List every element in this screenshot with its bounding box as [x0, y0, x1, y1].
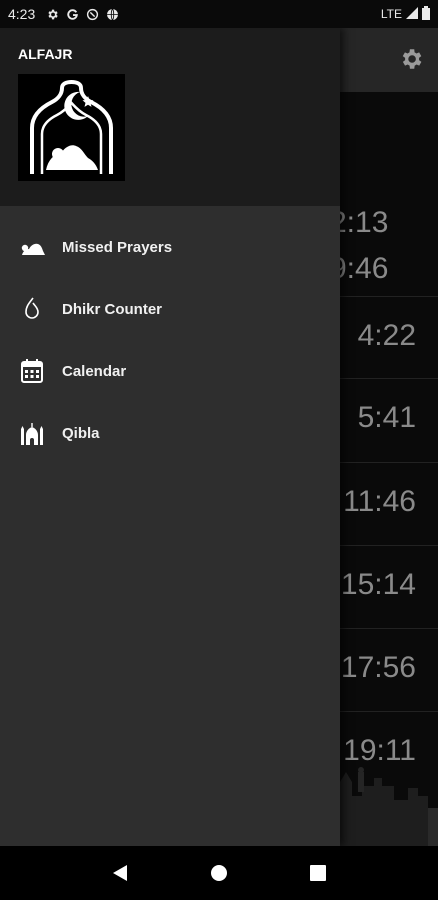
- calendar-icon: [18, 357, 46, 385]
- gear-icon: [45, 7, 59, 21]
- menu-item-label: Calendar: [62, 362, 127, 380]
- menu-item-qibla[interactable]: Qibla: [0, 402, 340, 464]
- menu-item-dhikr-counter[interactable]: Dhikr Counter: [0, 278, 340, 340]
- prayer-row: 15:14: [330, 545, 438, 627]
- prayer-time: 15:14: [340, 568, 416, 601]
- back-button[interactable]: [108, 861, 132, 885]
- menu-item-calendar[interactable]: Calendar: [0, 340, 340, 402]
- prostration-icon: [18, 233, 46, 261]
- prayer-row: 4:22: [330, 296, 438, 378]
- prayer-time: 11:46: [343, 485, 416, 518]
- recents-button[interactable]: [306, 861, 330, 885]
- circle-icon: [85, 7, 99, 21]
- prayer-time: 5:41: [357, 401, 416, 434]
- menu-item-label: Missed Prayers: [62, 238, 173, 256]
- city-silhouette: [330, 767, 438, 846]
- navigation-drawer: ALFAJR Missed Prayers Dhikr Counter Cale…: [0, 28, 340, 846]
- signal-icon: [406, 6, 418, 22]
- prayer-row: 11:46: [330, 462, 438, 544]
- drawer-menu: Missed Prayers Dhikr Counter Calendar Qi…: [0, 206, 340, 464]
- menu-item-label: Qibla: [62, 424, 100, 442]
- menu-item-label: Dhikr Counter: [62, 300, 163, 318]
- network-label: LTE: [380, 7, 402, 21]
- prayer-row: 17:56: [330, 628, 438, 710]
- prayer-row: 5:41: [330, 378, 438, 460]
- mosque-icon: [18, 419, 46, 447]
- prayer-time: 4:22: [357, 319, 416, 352]
- system-navigation-bar: [0, 846, 438, 900]
- menu-item-missed-prayers[interactable]: Missed Prayers: [0, 216, 340, 278]
- g-icon: [65, 7, 79, 21]
- home-button[interactable]: [207, 861, 231, 885]
- globe-icon: [105, 7, 119, 21]
- status-bar: 4:23 LTE: [0, 0, 438, 28]
- drop-icon: [18, 295, 46, 323]
- app-logo: [18, 74, 125, 181]
- settings-gear-icon[interactable]: [398, 46, 424, 72]
- drawer-header: ALFAJR: [0, 28, 340, 206]
- battery-icon: [422, 5, 430, 23]
- status-time: 4:23: [8, 6, 36, 22]
- app-name: ALFAJR: [18, 46, 73, 62]
- prayer-time: 17:56: [340, 651, 416, 684]
